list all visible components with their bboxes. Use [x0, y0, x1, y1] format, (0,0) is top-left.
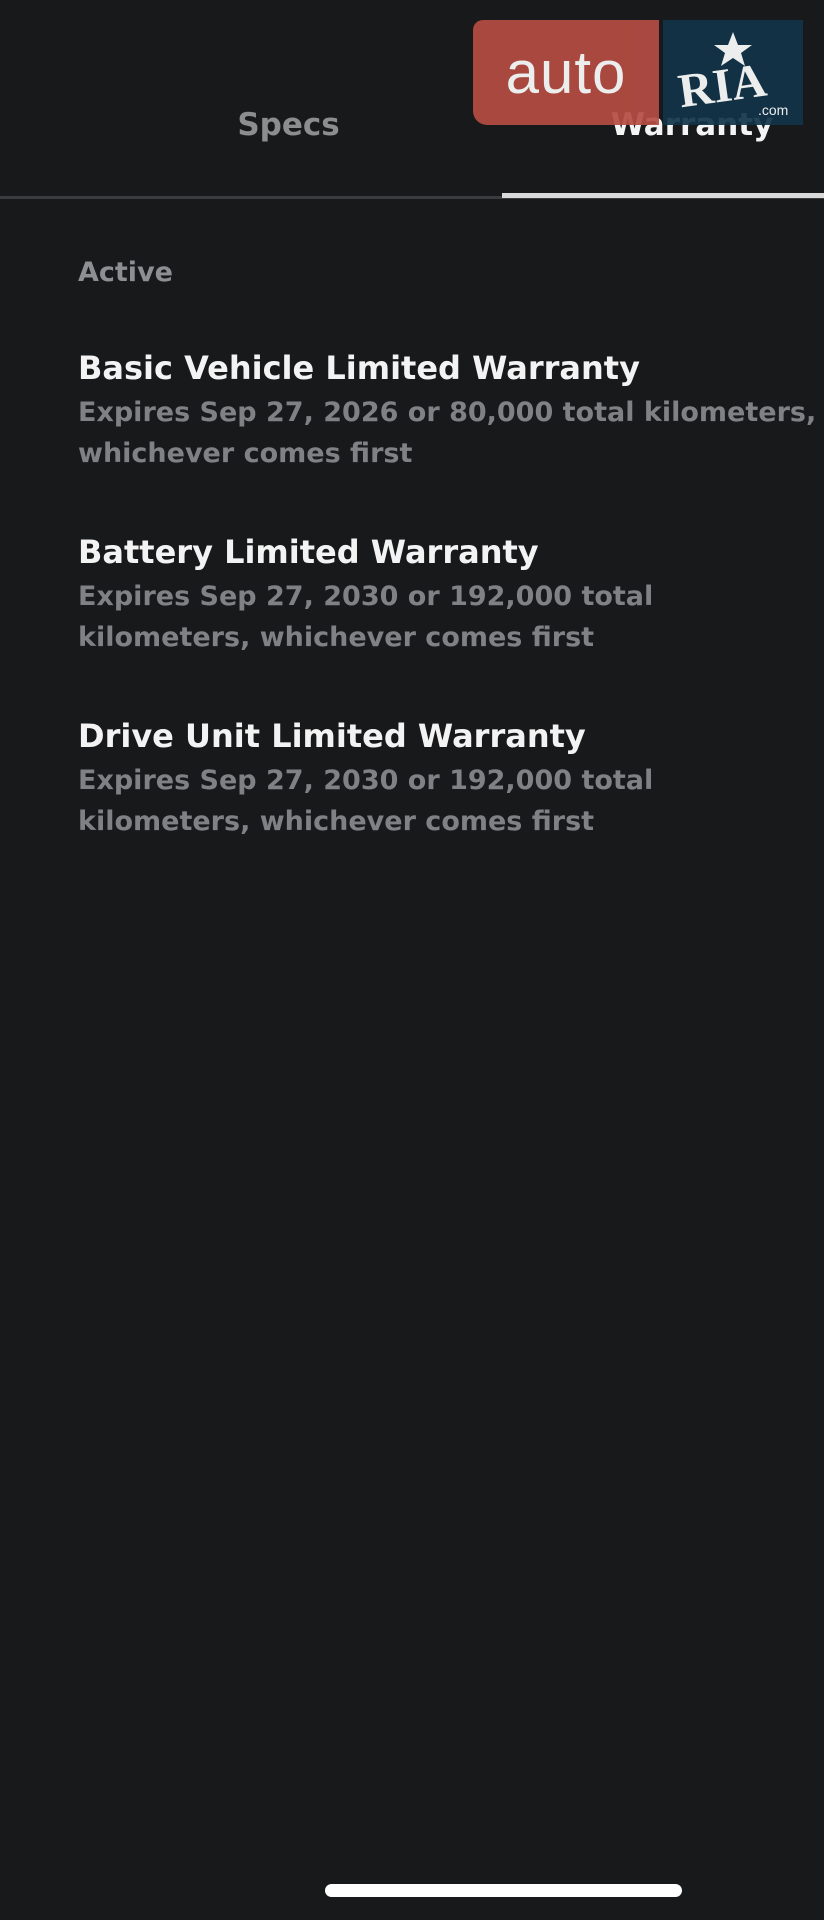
home-indicator[interactable] [325, 1884, 682, 1897]
warranty-item: Battery Limited Warranty Expires Sep 27,… [78, 530, 824, 658]
warranty-content: Active Basic Vehicle Limited Warranty Ex… [78, 250, 824, 837]
section-label-active: Active [78, 257, 173, 288]
warranty-title: Basic Vehicle Limited Warranty [78, 349, 640, 387]
warranty-item: Drive Unit Limited Warranty Expires Sep … [78, 714, 824, 842]
warranty-item: Basic Vehicle Limited Warranty Expires S… [78, 346, 824, 474]
warranty-description: Expires Sep 27, 2030 or 192,000 total ki… [78, 765, 654, 837]
watermark-auto-text: auto [473, 20, 659, 125]
active-tab-indicator [502, 193, 824, 198]
watermark-com-text: .com [758, 102, 788, 118]
warranty-description: Expires Sep 27, 2026 or 80,000 total kil… [78, 397, 817, 469]
warranty-description: Expires Sep 27, 2030 or 192,000 total ki… [78, 581, 654, 653]
warranty-title: Battery Limited Warranty [78, 533, 539, 571]
warranty-title: Drive Unit Limited Warranty [78, 717, 586, 755]
watermark-ria-block: RIA .com [663, 20, 803, 125]
watermark-ria-graphic: RIA .com [675, 32, 788, 119]
autoria-watermark-logo: auto RIA .com [473, 20, 805, 125]
watermark-ria-text: RIA [675, 54, 770, 119]
